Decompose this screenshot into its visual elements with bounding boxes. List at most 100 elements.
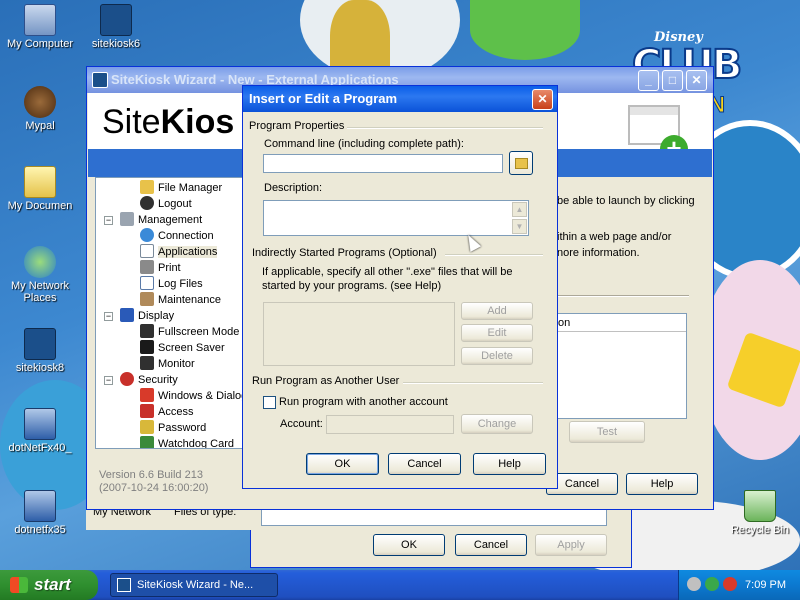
tree-item-security[interactable]: Security	[120, 372, 178, 388]
tree-item-fullscreen-mode[interactable]: Fullscreen Mode	[140, 324, 239, 340]
settings-tree[interactable]: File Manager Logout − Management Connect…	[95, 177, 247, 449]
indirect-programs-label: Indirectly Started Programs (Optional)	[252, 247, 437, 259]
tray-network-icon[interactable]	[705, 577, 719, 591]
tree-item-file-manager[interactable]: File Manager	[140, 180, 222, 196]
description-label: Description:	[264, 182, 323, 194]
mypal-icon	[24, 86, 56, 118]
wizard-description-line-1: be able to launch by clicking	[557, 195, 695, 207]
version-label: Version 6.6 Build 213	[99, 469, 203, 481]
description-input[interactable]: ▲ ▼	[263, 200, 529, 236]
command-line-label: Command line (including complete path):	[264, 138, 464, 150]
tree-item-windows-dialog[interactable]: Windows & Dialog	[140, 388, 246, 404]
scroll-down-icon[interactable]: ▼	[512, 219, 527, 234]
tray-security-icon[interactable]	[723, 577, 737, 591]
desktop-icon-dotnetfx40[interactable]: dotNetFx40_	[0, 408, 80, 454]
gear-icon	[120, 212, 134, 226]
taskbar-item-sitekiosk-wizard[interactable]: SiteKiosk Wizard - Ne...	[110, 573, 278, 597]
dialog-title-bar[interactable]: Insert or Edit a Program ✕	[243, 86, 557, 112]
tree-item-log-files[interactable]: Log Files	[140, 276, 203, 292]
account-input[interactable]	[326, 415, 454, 434]
wrench-icon	[140, 292, 154, 306]
tree-item-connection[interactable]: Connection	[140, 228, 214, 244]
desktop-icon-my-computer[interactable]: My Computer	[0, 4, 80, 50]
indirect-programs-list[interactable]	[263, 302, 455, 366]
maximize-button[interactable]: □	[662, 70, 683, 91]
collapse-management-icon[interactable]: −	[104, 216, 113, 225]
tree-item-applications[interactable]: Applications	[140, 244, 218, 260]
close-button[interactable]: ✕	[686, 70, 707, 91]
behind-cancel-button[interactable]: Cancel	[455, 534, 527, 556]
group-line	[445, 254, 543, 256]
start-label: start	[34, 575, 71, 594]
tree-item-maintenance[interactable]: Maintenance	[140, 292, 221, 308]
tree-label: Applications	[158, 246, 218, 258]
desktop-icon-mypal[interactable]: Mypal	[0, 86, 80, 132]
collapse-display-icon[interactable]: −	[104, 312, 113, 321]
fullscreen-icon	[140, 324, 154, 338]
desktop-icon-label: dotnetfx35	[14, 524, 66, 536]
tree-label: Maintenance	[158, 294, 221, 306]
collapse-security-icon[interactable]: −	[104, 376, 113, 385]
folder-icon	[515, 158, 528, 169]
network-places-icon	[24, 246, 56, 278]
indirect-description-line-1: If applicable, specify all other ".exe" …	[262, 266, 513, 278]
tree-item-management[interactable]: Management	[120, 212, 202, 228]
desktop-icon-my-documents[interactable]: My Documen	[0, 166, 80, 212]
tree-item-access[interactable]: Access	[140, 404, 193, 420]
tray-speaker-icon[interactable]	[687, 577, 701, 591]
minimize-button[interactable]: _	[638, 70, 659, 91]
start-button[interactable]: start	[0, 570, 98, 600]
desktop-icon-dotnetfx35[interactable]: dotnetfx35	[0, 490, 80, 536]
wizard-help-button[interactable]: Help	[626, 473, 698, 495]
applications-icon	[140, 244, 154, 258]
computer-icon	[24, 4, 56, 36]
tree-item-password[interactable]: Password	[140, 420, 206, 436]
wallpaper-tree	[470, 0, 580, 60]
desktop-icon-label: dotNetFx40_	[8, 442, 72, 454]
desktop-icon-recycle-bin[interactable]: Recycle Bin	[720, 490, 800, 536]
behind-ok-button[interactable]: OK	[373, 534, 445, 556]
taskbar-item-label: SiteKiosk Wizard - Ne...	[137, 579, 254, 591]
tree-item-print[interactable]: Print	[140, 260, 181, 276]
tree-item-screen-saver[interactable]: Screen Saver	[140, 340, 225, 356]
tree-label: Logout	[158, 198, 192, 210]
sitekiosk-logo: SiteKios	[102, 103, 234, 142]
group-line	[403, 382, 543, 384]
desktop-icon-sitekiosk6[interactable]: sitekiosk6	[76, 4, 156, 50]
run-as-checkbox[interactable]	[263, 396, 276, 409]
command-line-input[interactable]	[263, 154, 503, 173]
installer-icon	[24, 408, 56, 440]
close-button[interactable]: ✕	[532, 89, 553, 110]
delete-button[interactable]: Delete	[461, 347, 533, 365]
tree-item-monitor[interactable]: Monitor	[140, 356, 195, 372]
test-button[interactable]: Test	[569, 421, 645, 443]
tree-item-watchdog-card[interactable]: Watchdog Card	[140, 436, 234, 448]
tree-label: Monitor	[158, 358, 195, 370]
cancel-button[interactable]: Cancel	[388, 453, 461, 475]
globe-icon	[140, 228, 154, 242]
windows-icon	[140, 388, 154, 402]
list-column-header[interactable]: on	[548, 314, 686, 332]
tree-label: File Manager	[158, 182, 223, 194]
ok-button[interactable]: OK	[306, 453, 379, 475]
add-button[interactable]: Add	[461, 302, 533, 320]
desktop-icon-sitekiosk8[interactable]: sitekiosk8	[0, 328, 80, 374]
system-tray: 7:09 PM	[678, 570, 800, 600]
help-button[interactable]: Help	[473, 453, 546, 475]
browse-button[interactable]	[509, 151, 533, 175]
scroll-up-icon[interactable]: ▲	[512, 202, 527, 217]
applications-list[interactable]: on	[547, 313, 687, 419]
taskbar: start SiteKiosk Wizard - Ne... 7:09 PM	[0, 570, 800, 600]
tree-item-display[interactable]: Display	[120, 308, 174, 324]
clock[interactable]: 7:09 PM	[745, 570, 786, 600]
documents-folder-icon	[24, 166, 56, 198]
tree-item-logout[interactable]: Logout	[140, 196, 192, 212]
edit-button[interactable]: Edit	[461, 324, 533, 342]
behind-apply-button[interactable]: Apply	[535, 534, 607, 556]
desktop-icon-my-network-places[interactable]: My Network Places	[0, 246, 80, 304]
sitekiosk-icon	[24, 328, 56, 360]
change-button[interactable]: Change	[461, 414, 533, 434]
desktop-icon-label: sitekiosk8	[15, 362, 65, 374]
run-as-checkbox-label[interactable]: Run program with another account	[279, 396, 448, 408]
tree-label: Log Files	[158, 278, 203, 290]
